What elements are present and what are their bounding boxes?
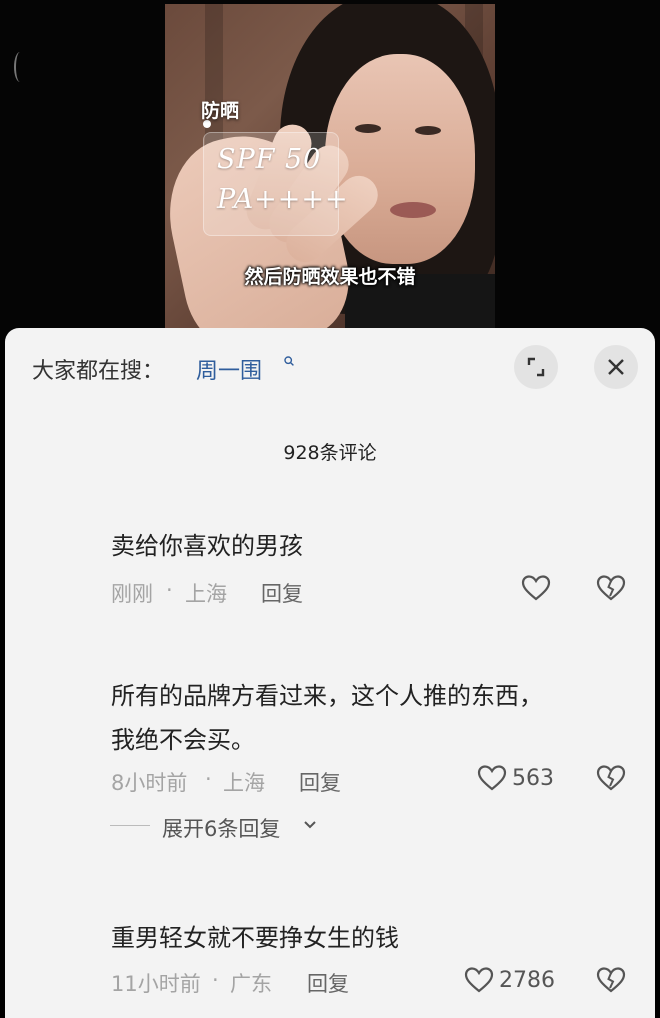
like-icon[interactable]: [521, 574, 551, 602]
comment-time: 11小时前: [111, 972, 201, 996]
like-count: 2786: [499, 968, 555, 993]
side-edge-indicator: [14, 52, 26, 82]
reply-button[interactable]: 回复: [307, 968, 349, 998]
expand-button[interactable]: [514, 345, 558, 389]
chevron-down-icon[interactable]: [302, 818, 318, 832]
comment-text: 重男轻女就不要挣女生的钱: [111, 924, 399, 952]
video-caption: 然后防晒效果也不错: [244, 266, 416, 288]
comment-count: 928条评论: [283, 442, 377, 464]
comment-text-line: 所有的品牌方看过来，这个人推的东西，: [111, 682, 543, 710]
overlay-spf: SPF 50: [217, 144, 322, 175]
search-suggestion-label: 大家都在搜：: [32, 359, 165, 384]
dislike-icon[interactable]: [596, 574, 626, 602]
person-mouth: [390, 202, 436, 218]
expand-divider: [110, 825, 150, 826]
meta-separator: ·: [205, 767, 212, 791]
overlay-pa: PA++++: [217, 184, 349, 215]
overlay-title: 防晒: [201, 100, 240, 122]
like-count: 563: [512, 766, 554, 791]
person-eye: [415, 126, 441, 135]
reply-button[interactable]: 回复: [261, 578, 303, 608]
meta-separator: ·: [166, 578, 173, 602]
meta-separator: ·: [212, 968, 219, 992]
dislike-icon[interactable]: [596, 764, 626, 792]
close-icon: [608, 359, 624, 375]
like-icon[interactable]: [477, 764, 507, 792]
comment-location: 上海: [185, 582, 227, 606]
comment-text-line: 我绝不会买。: [111, 726, 255, 754]
comment-text: 卖给你喜欢的男孩: [111, 532, 303, 560]
close-button[interactable]: [594, 345, 638, 389]
person-eye: [355, 124, 381, 133]
search-suggestion-link[interactable]: 周一围: [196, 353, 262, 385]
expand-replies-button[interactable]: 展开6条回复: [162, 813, 280, 843]
reply-button[interactable]: 回复: [299, 767, 341, 797]
video-area: 防晒 SPF 50 PA++++ 然后防晒效果也不错: [0, 0, 660, 340]
dislike-icon[interactable]: [596, 966, 626, 994]
comment-panel: 大家都在搜： 周一围 928条评论 卖给你喜欢的男孩 刚刚 · 上海 回复 所有…: [5, 328, 655, 1018]
comment-location: 广东: [230, 972, 272, 996]
expand-icon: [527, 357, 545, 377]
comment-time: 8小时前: [111, 771, 188, 795]
comment-time: 刚刚: [111, 582, 153, 606]
comment-location: 上海: [223, 771, 265, 795]
video-player[interactable]: 防晒 SPF 50 PA++++ 然后防晒效果也不错: [165, 4, 495, 340]
like-icon[interactable]: [464, 966, 494, 994]
search-icon[interactable]: [284, 356, 294, 366]
